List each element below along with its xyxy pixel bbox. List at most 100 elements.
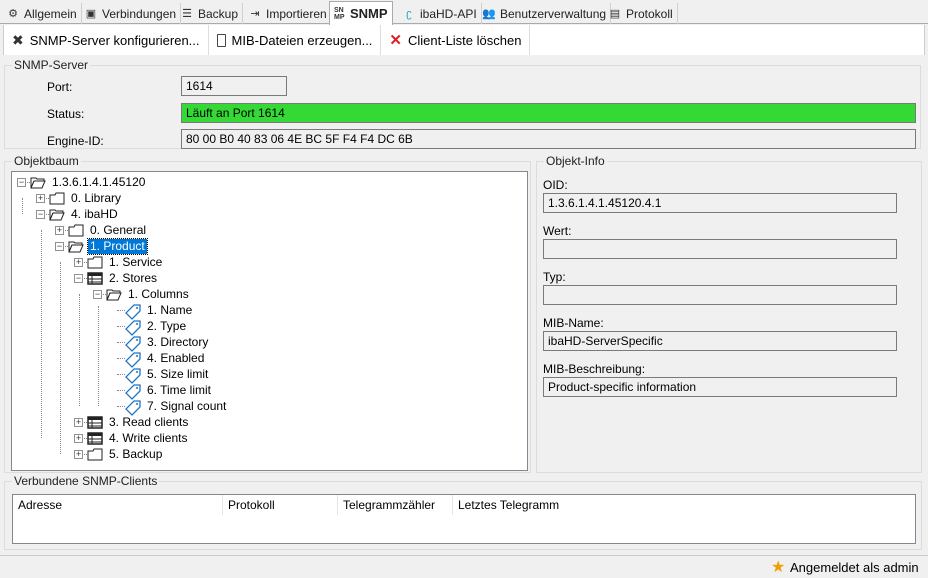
tree-node-label: 3. Directory: [147, 334, 209, 349]
folder-open-icon: [106, 288, 122, 301]
tree-node[interactable]: 1. Service: [87, 254, 164, 270]
object-tree[interactable]: 1.3.6.1.4.1.45120 − 0. Library +4. ibaHD − 0.…: [11, 171, 528, 471]
collapse-icon[interactable]: −: [17, 178, 26, 187]
tab-label: ibaHD-API: [420, 6, 477, 21]
collapse-icon[interactable]: −: [36, 210, 45, 219]
folder-open-icon: [68, 240, 84, 253]
column-header-telegram-count[interactable]: Telegrammzähler: [338, 495, 453, 515]
value-label: Wert:: [543, 224, 572, 238]
tree-node-label: 1. Name: [147, 302, 193, 317]
tree-node-label: 0. General: [90, 222, 147, 237]
tree-node[interactable]: 2. Type: [125, 318, 188, 336]
tree-node-label: 4. ibaHD: [71, 206, 118, 221]
status-bar: ★ Angemeldet als admin: [0, 555, 928, 578]
tab-bar: ⚙ Allgemein ▣ Verbindungen ☰ Backup ⇥ Importier…: [0, 0, 928, 25]
tree-node[interactable]: 1. Name: [125, 302, 194, 320]
tree-connector: [117, 390, 125, 391]
tree-node-label: 1. Columns: [128, 286, 189, 301]
tree-guide-line: [98, 306, 99, 406]
tab-ibahd-api[interactable]: ʗ ibaHD-API: [398, 3, 482, 24]
expand-icon[interactable]: +: [55, 226, 64, 235]
delete-icon: ✕: [389, 32, 402, 49]
tree-node[interactable]: 1.3.6.1.4.1.45120: [30, 174, 147, 190]
tree-connector: [117, 358, 125, 359]
tab-snmp[interactable]: SN MP SNMP: [329, 1, 393, 25]
toolbar: ✖ SNMP-Server konfigurieren... MIB-Dateie…: [3, 25, 925, 55]
generate-mib-button[interactable]: MIB-Dateien erzeugen...: [209, 25, 382, 55]
clients-list[interactable]: Adresse Protokoll Telegrammzähler Letzte…: [12, 494, 916, 544]
snmp-icon: SN MP: [334, 6, 345, 21]
tab-benutzerverwaltung[interactable]: 👥 Benutzerverwaltung: [478, 3, 612, 24]
tab-allgemein[interactable]: ⚙ Allgemein: [2, 3, 82, 24]
tree-guide-line: [60, 262, 61, 454]
tree-connector: [117, 374, 125, 375]
tree-node[interactable]: 4. Enabled: [125, 350, 206, 368]
tree-node[interactable]: 1. Columns: [106, 286, 191, 302]
port-field: 1614: [181, 76, 287, 96]
table-icon: [87, 415, 103, 429]
folder-icon: [87, 448, 103, 461]
folder-icon: [68, 224, 84, 237]
tree-node[interactable]: 7. Signal count: [125, 398, 228, 416]
group-title: Objekt-Info: [544, 154, 607, 168]
tree-node[interactable]: 3. Directory: [125, 334, 210, 352]
gear-icon: ⚙: [8, 8, 18, 20]
expand-icon[interactable]: +: [74, 450, 83, 459]
collapse-icon[interactable]: −: [93, 290, 102, 299]
status-label: Status:: [47, 107, 85, 121]
group-title: Verbundene SNMP-Clients: [12, 474, 160, 488]
column-header-address[interactable]: Adresse: [13, 495, 223, 515]
tab-label: Importieren: [266, 6, 327, 21]
expand-icon[interactable]: +: [74, 434, 83, 443]
mib-name-field: ibaHD-ServerSpecific: [543, 331, 897, 351]
import-icon: ⇥: [250, 8, 260, 20]
port-label: Port:: [47, 80, 73, 94]
tree-node[interactable]: 5. Backup: [87, 446, 164, 462]
collapse-icon[interactable]: −: [74, 274, 83, 283]
tag-icon: [125, 383, 141, 400]
tree-node[interactable]: 1. Product: [68, 237, 148, 255]
tab-verbindungen[interactable]: ▣ Verbindungen: [80, 3, 182, 24]
collapse-icon[interactable]: −: [55, 242, 64, 251]
tree-node-label: 4. Write clients: [109, 430, 188, 445]
tree-node[interactable]: 0. Library: [49, 190, 123, 206]
clear-client-list-button[interactable]: ✕ Client-Liste löschen: [381, 25, 531, 55]
table-icon: [87, 271, 103, 285]
oid-field: 1.3.6.1.4.1.45120.4.1: [543, 193, 897, 213]
folder-open-icon: [49, 208, 65, 221]
tag-icon: [125, 335, 141, 352]
tree-node-label: 2. Stores: [109, 270, 158, 285]
expand-icon[interactable]: +: [74, 418, 83, 427]
tree-node-label: 1.3.6.1.4.1.45120: [52, 174, 146, 189]
engine-id-label: Engine-ID:: [47, 134, 104, 148]
group-title: Objektbaum: [12, 154, 81, 168]
tree-node[interactable]: 5. Size limit: [125, 366, 210, 384]
tree-node[interactable]: 4. ibaHD: [49, 206, 120, 222]
api-icon: ʗ: [406, 7, 412, 20]
expand-icon[interactable]: +: [74, 258, 83, 267]
tree-node-label: 3. Read clients: [109, 414, 189, 429]
tab-protokoll[interactable]: ▤ Protokoll: [604, 3, 678, 24]
logged-in-status: Angemeldet als admin: [790, 560, 919, 575]
tree-node[interactable]: 0. General: [68, 222, 148, 238]
tab-label: SNMP: [350, 6, 388, 21]
tree-node[interactable]: 4. Write clients: [87, 430, 189, 446]
tree-guide-line: [79, 294, 80, 406]
tree-node-label: 6. Time limit: [147, 382, 212, 397]
tree-connector: [117, 406, 125, 407]
group-title: SNMP-Server: [12, 58, 91, 72]
tab-importieren[interactable]: ⇥ Importieren: [244, 3, 332, 24]
table-icon: [87, 431, 103, 445]
configure-snmp-button[interactable]: ✖ SNMP-Server konfigurieren...: [4, 25, 209, 55]
expand-icon[interactable]: +: [36, 194, 45, 203]
column-header-last-telegram[interactable]: Letztes Telegramm: [453, 495, 653, 515]
tree-node-label: 1. Service: [109, 254, 163, 269]
column-header-protocol[interactable]: Protokoll: [223, 495, 338, 515]
tab-backup[interactable]: ☰ Backup: [176, 3, 244, 24]
type-label: Typ:: [543, 270, 566, 284]
tree-node[interactable]: 6. Time limit: [125, 382, 213, 400]
tree-node[interactable]: 2. Stores: [87, 270, 159, 286]
tree-node[interactable]: 3. Read clients: [87, 414, 190, 430]
tag-icon: [125, 399, 141, 416]
users-icon: 👥: [482, 8, 496, 20]
